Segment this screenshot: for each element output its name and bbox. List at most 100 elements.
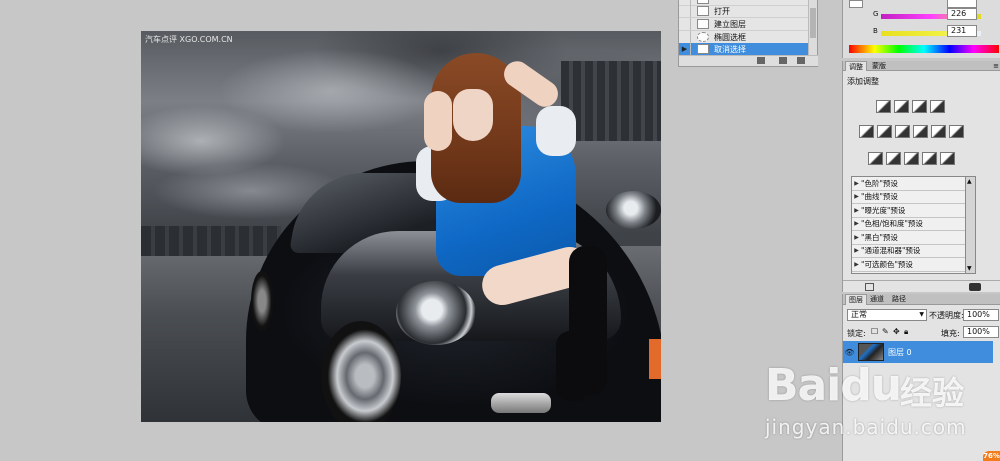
history-source-toggle[interactable] [679, 5, 691, 17]
gradient-map-icon[interactable] [922, 152, 937, 165]
history-step-icon [697, 19, 709, 29]
layer-thumbnail [858, 343, 884, 361]
history-item-label: 取消选择 [714, 44, 746, 54]
tab-masks[interactable]: 蒙版 [869, 61, 889, 71]
history-step-icon [697, 6, 709, 16]
levels-icon[interactable] [894, 100, 909, 113]
history-scrollbar[interactable] [808, 0, 817, 56]
scroll-thumb[interactable] [810, 8, 816, 38]
adjustment-icons-row-3 [868, 152, 955, 165]
preset-label: "色相/饱和度"预设 [861, 219, 923, 229]
tab-adjustments[interactable]: 调整 [845, 61, 867, 71]
hue-saturation-icon[interactable] [877, 125, 892, 138]
car-headlight-right [606, 191, 661, 229]
expand-triangle-icon[interactable]: ▶ [852, 261, 861, 268]
preset-item[interactable]: ▶ "色相/饱和度"预设 [852, 218, 965, 231]
b-value-field[interactable]: 231 [947, 25, 977, 37]
black-white-icon[interactable] [913, 125, 928, 138]
channel-mixer-icon[interactable] [949, 125, 964, 138]
preset-item[interactable]: ▶ "通道混和器"预设 [852, 245, 965, 258]
scroll-up-icon[interactable]: ▲ [967, 178, 972, 185]
car-fog-light [491, 393, 551, 413]
preset-label: "曲线"预设 [861, 192, 898, 202]
preset-label: "可选颜色"预设 [861, 259, 913, 269]
expand-triangle-icon[interactable]: ▶ [852, 180, 861, 187]
lock-position-icon[interactable]: ✥ [893, 327, 900, 336]
adjustment-icons-row-2 [859, 125, 964, 138]
scroll-down-icon[interactable]: ▼ [967, 265, 972, 272]
lock-pixels-icon[interactable]: ✎ [882, 327, 889, 336]
preset-item[interactable]: ▶ "曲线"预设 [852, 191, 965, 204]
history-source-toggle[interactable] [679, 18, 691, 30]
snapshot-icon[interactable] [779, 57, 787, 64]
b-label: B [873, 27, 878, 35]
image-canvas[interactable]: 汽车点评 XGO.COM.CN [141, 31, 661, 422]
posterize-icon[interactable] [886, 152, 901, 165]
eye-icon[interactable]: 👁︎ [843, 348, 856, 357]
preset-item[interactable]: ▶ "黑白"预设 [852, 231, 965, 245]
tab-paths[interactable]: 路径 [889, 294, 909, 305]
panel-menu-icon[interactable]: ≡ [993, 62, 999, 70]
g-value-field[interactable]: 226 [947, 8, 977, 20]
history-source-toggle[interactable] [679, 31, 691, 43]
color-spectrum-bar[interactable] [849, 45, 999, 53]
buildings-right [561, 61, 661, 141]
model-sleeve-right [536, 106, 576, 156]
adjustments-tabs: 调整 蒙版 ≡ [843, 61, 1000, 71]
selective-color-icon[interactable] [940, 152, 955, 165]
background-color-swatch[interactable] [849, 0, 863, 8]
opacity-field[interactable]: 100% [963, 309, 999, 321]
opacity-label: 不透明度: [929, 311, 964, 320]
curves-icon[interactable] [912, 100, 927, 113]
photo-filter-icon[interactable] [931, 125, 946, 138]
preset-item[interactable]: ▶ "可选颜色"预设 [852, 258, 965, 272]
history-item[interactable]: 打开 [679, 5, 810, 18]
invert-icon[interactable] [868, 152, 883, 165]
clip-layer-icon[interactable] [865, 283, 874, 291]
trash-icon[interactable] [797, 57, 805, 64]
adjustments-title: 添加调整 [847, 77, 879, 86]
history-step-icon [697, 44, 709, 54]
color-panel: G 226 B 231 [842, 0, 1000, 58]
baidu-jingyan-watermark: Baidu 经验 jingyan.baidu.com [765, 360, 995, 450]
model-face [453, 89, 493, 141]
g-label: G [873, 10, 879, 18]
expand-triangle-icon[interactable]: ▶ [852, 234, 861, 241]
watermark-url: jingyan.baidu.com [765, 415, 967, 439]
history-state-arrow-icon[interactable]: ▶ [679, 43, 691, 55]
blend-mode-select[interactable]: 正常 ▼ [847, 309, 927, 321]
new-document-icon[interactable] [757, 57, 765, 64]
history-item[interactable]: 建立图层 [679, 18, 810, 31]
preset-item[interactable]: ▶ "曝光度"预设 [852, 204, 965, 218]
lock-transparency-icon[interactable]: ☐ [871, 327, 878, 336]
history-item-label: 打开 [714, 6, 730, 16]
expand-triangle-icon[interactable]: ▶ [852, 193, 861, 200]
exposure-icon[interactable] [930, 100, 945, 113]
layer-name[interactable]: 图层 0 [888, 347, 912, 358]
jingyan-logo-text: 经验 [900, 374, 965, 412]
r-value-field[interactable] [947, 0, 977, 8]
threshold-icon[interactable] [904, 152, 919, 165]
adjustments-footer [843, 280, 1000, 292]
preset-label: "黑白"预设 [861, 232, 898, 242]
fill-field[interactable]: 100% [963, 326, 999, 338]
blend-mode-value: 正常 [851, 310, 867, 319]
lock-all-icon[interactable]: 🔒︎ [904, 327, 908, 337]
history-footer [679, 55, 819, 66]
expand-triangle-icon[interactable]: ▶ [852, 207, 861, 214]
color-balance-icon[interactable] [895, 125, 910, 138]
brightness-contrast-icon[interactable] [876, 100, 891, 113]
preset-label: "通道混和器"预设 [861, 246, 921, 256]
preset-item[interactable]: ▶ "色阶"预设 [852, 177, 965, 191]
presets-scrollbar[interactable]: ▲ ▼ [966, 176, 976, 274]
camera-icon[interactable] [969, 283, 981, 291]
tab-layers[interactable]: 图层 [845, 294, 867, 305]
expand-triangle-icon[interactable]: ▶ [852, 247, 861, 254]
buildings-left [141, 226, 281, 256]
history-panel: 打开 建立图层 椭圆选框 ▶ 取消选择 [678, 0, 819, 67]
expand-triangle-icon[interactable]: ▶ [852, 220, 861, 227]
model-leg-sock-lower [556, 331, 590, 401]
vibrance-icon[interactable] [859, 125, 874, 138]
layers-tabs: 图层 通道 路径 [843, 294, 1000, 305]
tab-channels[interactable]: 通道 [867, 294, 887, 305]
